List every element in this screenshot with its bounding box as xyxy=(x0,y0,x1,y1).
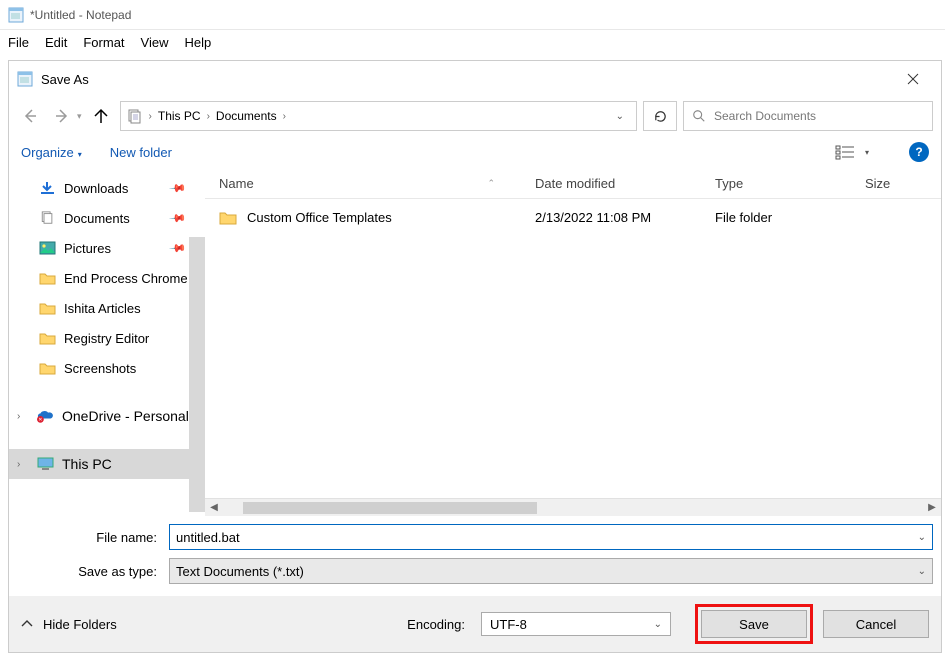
encoding-label: Encoding: xyxy=(407,617,465,632)
arrow-left-icon xyxy=(22,108,38,124)
column-date[interactable]: Date modified xyxy=(535,176,715,191)
chevron-up-icon xyxy=(21,618,33,630)
hide-folders-button[interactable]: Hide Folders xyxy=(21,617,117,632)
column-headers: Name⌃ Date modified Type Size xyxy=(205,169,941,199)
folder-icon xyxy=(219,210,237,225)
address-bar[interactable]: › This PC › Documents › ⌄ xyxy=(120,101,637,131)
filename-form: File name: ⌄ Save as type: Text Document… xyxy=(9,516,941,596)
menu-view[interactable]: View xyxy=(141,35,169,50)
folder-icon xyxy=(39,301,56,315)
tree-item-folder[interactable]: Screenshots xyxy=(9,353,205,383)
view-mode-button[interactable]: ▾ xyxy=(835,144,869,160)
tree-item-downloads[interactable]: Downloads📌 xyxy=(9,173,205,203)
filename-field[interactable] xyxy=(176,530,918,545)
svg-text:✕: ✕ xyxy=(38,417,42,423)
folder-icon xyxy=(39,331,56,345)
nav-history-dropdown[interactable]: ▾ xyxy=(77,111,82,122)
file-list: Name⌃ Date modified Type Size Custom Off… xyxy=(205,169,941,516)
new-folder-button[interactable]: New folder xyxy=(110,145,172,160)
filename-label: File name: xyxy=(17,530,169,545)
organize-menu[interactable]: Organize▾ xyxy=(21,145,82,160)
tree-item-folder[interactable]: Registry Editor xyxy=(9,323,205,353)
refresh-button[interactable] xyxy=(643,101,677,131)
tree-item-onedrive[interactable]: › ✕ OneDrive - Personal xyxy=(9,401,205,431)
nav-up-button[interactable] xyxy=(88,103,114,129)
breadcrumb-thispc[interactable]: This PC xyxy=(158,109,201,123)
chevron-right-icon: › xyxy=(207,111,210,122)
notepad-titlebar: *Untitled - Notepad xyxy=(0,0,945,30)
folder-icon xyxy=(39,361,56,375)
tree-item-folder[interactable]: End Process Chrome xyxy=(9,263,205,293)
toolbar: Organize▾ New folder ▾ ? xyxy=(9,135,941,169)
chevron-right-icon: › xyxy=(283,111,286,122)
horizontal-scrollbar[interactable]: ◀▶ xyxy=(205,498,941,516)
save-button-highlight: Save xyxy=(695,604,813,644)
address-dropdown[interactable]: ⌄ xyxy=(610,111,630,122)
menu-format[interactable]: Format xyxy=(83,35,124,50)
save-as-dialog: Save As ▾ › This PC › Documents › ⌄ Sear… xyxy=(8,60,942,653)
notepad-icon xyxy=(8,7,24,23)
tree-item-folder[interactable]: Ishita Articles xyxy=(9,293,205,323)
documents-icon xyxy=(39,211,56,225)
dialog-titlebar: Save As xyxy=(9,61,941,97)
chevron-right-icon: › xyxy=(149,111,152,122)
chevron-down-icon[interactable]: ⌄ xyxy=(918,532,926,543)
notepad-menu-bar: File Edit Format View Help xyxy=(0,30,945,54)
arrow-right-icon xyxy=(54,108,70,124)
savetype-select[interactable]: Text Documents (*.txt) ⌄ xyxy=(169,558,933,584)
cancel-button[interactable]: Cancel xyxy=(823,610,929,638)
tree-item-documents[interactable]: Documents📌 xyxy=(9,203,205,233)
address-row: ▾ › This PC › Documents › ⌄ Search Docum… xyxy=(9,97,941,135)
search-input[interactable]: Search Documents xyxy=(683,101,933,131)
nav-forward-button[interactable] xyxy=(49,103,75,129)
column-size[interactable]: Size xyxy=(865,176,941,191)
tree-item-pictures[interactable]: Pictures📌 xyxy=(9,233,205,263)
tree-scrollbar[interactable] xyxy=(189,237,205,512)
menu-edit[interactable]: Edit xyxy=(45,35,67,50)
notepad-title: *Untitled - Notepad xyxy=(30,8,131,22)
list-item[interactable]: Custom Office Templates 2/13/2022 11:08 … xyxy=(205,199,941,235)
chevron-down-icon: ⌄ xyxy=(654,619,662,630)
refresh-icon xyxy=(653,109,668,124)
details-view-icon xyxy=(835,144,855,160)
chevron-down-icon: ⌄ xyxy=(918,566,926,577)
search-placeholder: Search Documents xyxy=(714,109,816,123)
chevron-right-icon: › xyxy=(17,411,29,422)
menu-help[interactable]: Help xyxy=(184,35,211,50)
nav-tree: Downloads📌 Documents📌 Pictures📌 End Proc… xyxy=(9,169,205,516)
arrow-up-icon xyxy=(93,108,109,124)
filename-input[interactable]: ⌄ xyxy=(169,524,933,550)
thispc-icon xyxy=(37,457,54,471)
close-icon xyxy=(907,73,919,85)
tree-item-thispc[interactable]: › This PC xyxy=(9,449,205,479)
notepad-icon xyxy=(17,71,33,87)
pin-icon: 📌 xyxy=(169,239,188,258)
savetype-label: Save as type: xyxy=(17,564,169,579)
search-icon xyxy=(692,109,706,123)
nav-back-button[interactable] xyxy=(17,103,43,129)
encoding-select[interactable]: UTF-8 ⌄ xyxy=(481,612,671,636)
menu-file[interactable]: File xyxy=(8,35,29,50)
sort-indicator-icon: ⌃ xyxy=(487,178,495,189)
documents-icon xyxy=(127,108,143,124)
chevron-right-icon: › xyxy=(17,459,29,470)
column-name[interactable]: Name⌃ xyxy=(205,176,535,191)
folder-icon xyxy=(39,271,56,285)
pin-icon: 📌 xyxy=(169,179,188,198)
help-button[interactable]: ? xyxy=(909,142,929,162)
onedrive-icon: ✕ xyxy=(37,409,54,423)
breadcrumb-documents[interactable]: Documents xyxy=(216,109,277,123)
dialog-bottom-row: Hide Folders Encoding: UTF-8 ⌄ Save Canc… xyxy=(9,596,941,652)
save-button[interactable]: Save xyxy=(701,610,807,638)
column-type[interactable]: Type xyxy=(715,176,865,191)
downloads-icon xyxy=(39,181,56,195)
pictures-icon xyxy=(39,241,56,255)
dialog-title: Save As xyxy=(41,72,89,87)
pin-icon: 📌 xyxy=(169,209,188,228)
close-button[interactable] xyxy=(893,63,933,95)
